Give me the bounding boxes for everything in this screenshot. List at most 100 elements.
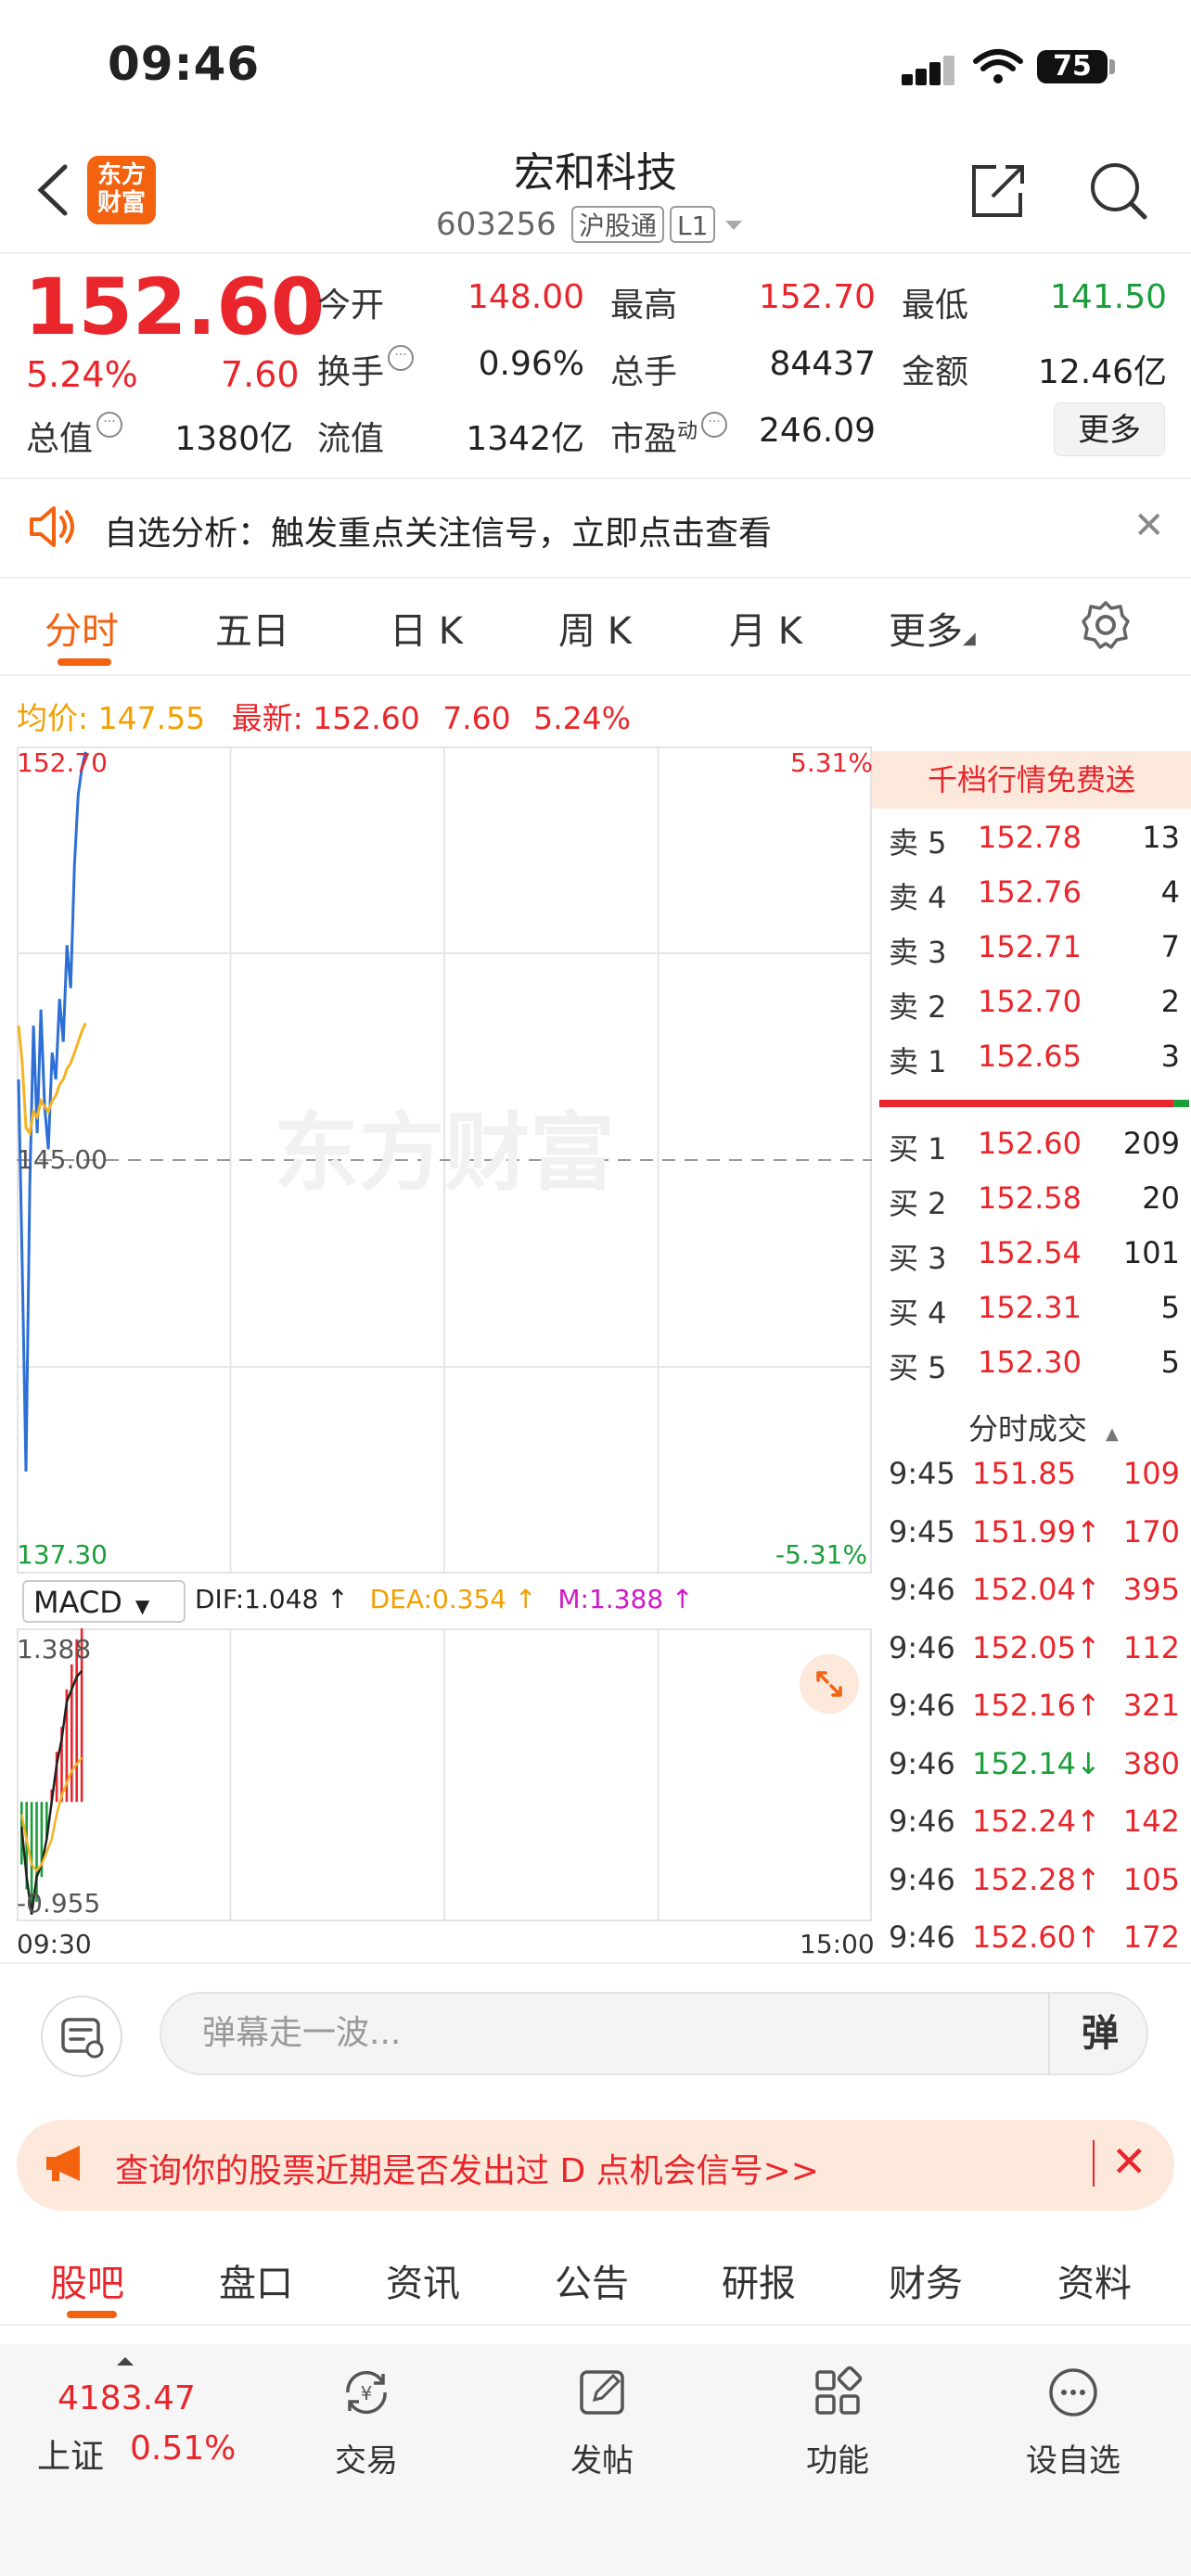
post-icon — [580, 2370, 624, 2415]
turnover-label[interactable]: 换手 ··· — [317, 345, 415, 393]
divider — [0, 2324, 1191, 2326]
level-price: 152.65 — [978, 1039, 1082, 1074]
battery-icon: 75 — [1037, 50, 1108, 83]
level-volume: 13 — [1142, 820, 1180, 855]
level-label: 卖 2 — [889, 989, 947, 1025]
more-button[interactable]: 更多 — [1054, 402, 1165, 456]
danmaku-settings-button[interactable] — [41, 1996, 122, 2077]
close-icon[interactable]: ✕ — [1133, 504, 1165, 547]
tab-news[interactable]: 资讯 — [386, 2253, 460, 2307]
search-icon[interactable] — [1085, 158, 1150, 223]
pe-label[interactable]: 市盈动 ··· — [610, 412, 728, 460]
order-book-promo[interactable]: 千档行情免费送 — [872, 751, 1191, 809]
y-axis-high-pct: 5.31% — [790, 747, 873, 778]
open-label: 今开 — [317, 287, 385, 325]
low-value: 141.50 — [1050, 278, 1167, 316]
tick-row: 9:46 152.04↑ 395 — [889, 1572, 1180, 1629]
tick-row: 9:46 152.05↑ 112 — [889, 1630, 1180, 1688]
level-price: 152.76 — [978, 874, 1082, 910]
tick-volume: 395 — [1122, 1572, 1180, 1607]
amount-value: 12.46亿 — [1037, 353, 1167, 391]
info-icon[interactable]: ··· — [96, 412, 123, 438]
caret-icon: ◢ — [963, 629, 976, 648]
danmaku-toggle-button[interactable]: 弹 — [1048, 1992, 1150, 2075]
settings-icon[interactable] — [1080, 599, 1132, 651]
macd-chart[interactable] — [17, 1628, 872, 1921]
amount-label: 金额 — [902, 353, 969, 391]
avg-value: 147.55 — [97, 700, 206, 736]
close-icon[interactable]: ✕ — [1111, 2136, 1147, 2187]
alert-text[interactable]: 自选分析：触发重点关注信号，立即点击查看 — [104, 506, 772, 555]
level-label: 买 3 — [889, 1241, 947, 1276]
tick-price: 152.24↑ — [972, 1804, 1101, 1839]
tick-price: 151.85 — [972, 1456, 1076, 1491]
mcap-value: 1380亿 — [174, 420, 293, 458]
nav-post[interactable]: 发帖 — [532, 2365, 672, 2480]
divider — [0, 478, 1191, 479]
tab-research[interactable]: 研报 — [722, 2253, 796, 2307]
tab-handicap[interactable]: 盘口 — [219, 2253, 293, 2307]
tick-row: 9:46 152.14↓ 380 — [889, 1746, 1180, 1804]
float-label: 流值 — [317, 420, 385, 458]
intraday-chart[interactable]: 东方财富 — [17, 746, 872, 1574]
danmaku-input[interactable]: 弹幕走一波... — [160, 1992, 1148, 2075]
tab-intraday[interactable]: 分时 — [45, 601, 119, 655]
level-price: 152.71 — [978, 929, 1082, 964]
order-book-row: 卖 2 152.70 2 — [889, 984, 1180, 1038]
high-value: 152.70 — [759, 278, 876, 316]
avg-label: 均价: — [17, 700, 89, 736]
tab-announcements[interactable]: 公告 — [555, 2253, 629, 2307]
order-book-row: 卖 3 152.71 7 — [889, 929, 1180, 983]
level-volume: 209 — [1122, 1126, 1180, 1161]
chevron-down-icon: ▼ — [134, 1595, 150, 1617]
tab-five-day[interactable]: 五日 — [215, 601, 289, 655]
pe-value: 246.09 — [759, 412, 876, 450]
info-icon[interactable]: ··· — [701, 412, 728, 438]
tab-profile[interactable]: 资料 — [1057, 2253, 1132, 2307]
last-label: 最新: — [231, 700, 303, 736]
y-axis-high: 152.70 — [17, 747, 108, 778]
tick-time: 9:46 — [889, 1572, 955, 1607]
level-volume: 7 — [1160, 929, 1180, 964]
order-book-row: 买 1 152.60 209 — [889, 1126, 1180, 1180]
pe-label-text: 市盈 — [610, 420, 678, 458]
divider — [0, 674, 1191, 676]
dropdown-icon[interactable] — [724, 219, 744, 232]
tab-daily-k[interactable]: 日 K — [390, 601, 463, 655]
order-book-row: 买 5 152.30 5 — [889, 1345, 1180, 1398]
tick-row: 9:46 152.60↑ 172 — [889, 1919, 1180, 1977]
tick-volume: 112 — [1122, 1629, 1180, 1665]
change-percent: 5.24% — [26, 354, 138, 395]
indicator-select[interactable]: MACD ▼ — [22, 1580, 186, 1623]
tab-finance[interactable]: 财务 — [889, 2253, 963, 2307]
level-price: 152.30 — [978, 1345, 1082, 1380]
ticks-title[interactable]: 分时成交 ▲ — [968, 1406, 1119, 1448]
nav-trade[interactable]: ¥ 交易 — [297, 2365, 436, 2480]
stock-code: 603256 — [436, 206, 557, 243]
macd-dea: DEA:0.354 ↑ — [369, 1584, 537, 1614]
promo-text[interactable]: 查询你的股票近期是否发出过 D 点机会信号>> — [115, 2144, 819, 2192]
order-book-row: 买 4 152.31 5 — [889, 1290, 1180, 1344]
info-icon[interactable]: ··· — [388, 345, 415, 371]
tab-forum[interactable]: 股吧 — [50, 2253, 124, 2307]
nav-features[interactable]: 功能 — [768, 2365, 907, 2480]
order-book-row: 买 3 152.54 101 — [889, 1235, 1180, 1289]
volume-value: 84437 — [769, 345, 876, 383]
tab-monthly-k[interactable]: 月 K — [729, 601, 802, 655]
nav-add-watchlist[interactable]: 设自选 — [1004, 2365, 1143, 2480]
danmaku-settings-icon — [61, 2018, 104, 2059]
tick-price: 152.05↑ — [972, 1629, 1101, 1665]
open-value: 148.00 — [467, 278, 584, 316]
tab-more[interactable]: 更多◢ — [889, 601, 976, 655]
expand-button[interactable] — [800, 1654, 859, 1714]
caret-up-icon: ▲ — [1106, 1424, 1119, 1444]
level-volume: 4 — [1160, 874, 1180, 910]
level-volume: 5 — [1160, 1345, 1180, 1380]
mcap-label[interactable]: 总值 ··· — [26, 412, 123, 460]
tab-weekly-k[interactable]: 周 K — [558, 601, 632, 655]
tick-row: 9:46 152.16↑ 321 — [889, 1688, 1180, 1745]
share-icon[interactable] — [965, 158, 1030, 223]
order-book-row: 卖 5 152.78 13 — [889, 820, 1180, 874]
expand-icon — [816, 1671, 842, 1697]
tick-time: 9:45 — [889, 1456, 955, 1491]
